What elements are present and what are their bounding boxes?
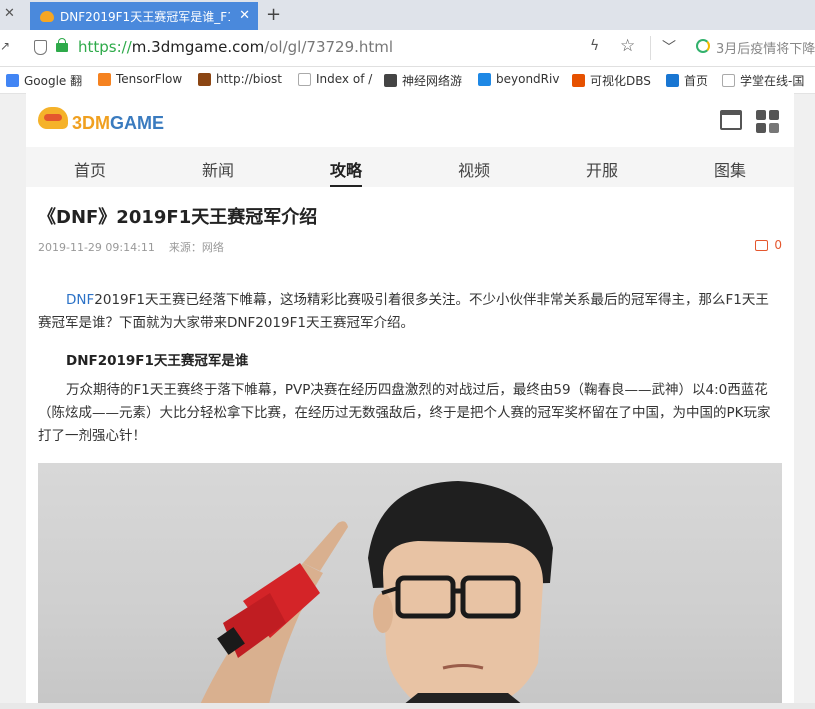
lightning-icon[interactable]: ϟ (590, 38, 599, 54)
tab-bar: ✕ DNF2019F1天王赛冠军是谁_F1 ✕ + (0, 0, 815, 31)
bookmark-item[interactable]: beyondRiv (478, 72, 559, 86)
nav-gallery[interactable]: 图集 (666, 157, 794, 181)
lock-icon (56, 38, 68, 52)
bilibili-icon (666, 74, 679, 87)
google-translate-icon (6, 74, 19, 87)
address-bar: ↗ https://m.3dmgame.com/ol/gl/73729.html… (0, 30, 815, 67)
nav-servers[interactable]: 开服 (538, 157, 666, 181)
nav-video[interactable]: 视频 (410, 157, 538, 181)
apps-grid-icon[interactable] (756, 110, 780, 134)
url-field[interactable]: https://m.3dmgame.com/ol/gl/73729.html (78, 38, 393, 56)
article-source: 来源：网络 (168, 241, 224, 254)
tab-close-icon[interactable]: ✕ (239, 8, 250, 23)
article-paragraph: 万众期待的F1天王赛终于落下帷幕，PVP决赛在经历四盘激烈的对战过后，最终由59… (38, 382, 771, 444)
search-suggestion[interactable]: 3月后疫情将下降 (716, 38, 815, 57)
browser-tab[interactable]: DNF2019F1天王赛冠军是谁_F1 ✕ (30, 2, 258, 30)
champion-photo-illustration (198, 481, 553, 709)
biostar-icon (198, 72, 211, 86)
comment-count-button[interactable]: 0 (755, 238, 782, 252)
comment-count: 0 (774, 238, 782, 252)
bookmark-item[interactable]: http://biost (198, 72, 282, 86)
star-bookmark-icon[interactable]: ☆ (620, 36, 635, 56)
bookmark-item[interactable]: Index of / (298, 72, 372, 86)
bookmark-item[interactable]: 神经网络游 (384, 72, 462, 89)
bookmark-item[interactable]: 首页 (666, 72, 708, 89)
back-arrow-icon[interactable]: ↗ (0, 39, 10, 53)
bookmark-item[interactable]: Google 翻 (6, 72, 82, 89)
article-paragraph: DNF2019F1天王赛已经落下帷幕，这场精彩比赛吸引着很多关注。不少小伙伴非常… (38, 292, 769, 331)
divider (650, 36, 651, 60)
publish-datetime: 2019-11-29 09:14:11 (38, 241, 155, 254)
site-nav: 首页 新闻 攻略 视频 开服 图集 (26, 147, 794, 187)
tensorflow-icon (98, 72, 111, 86)
horizontal-scrollbar[interactable] (0, 703, 815, 709)
bookmark-item[interactable]: 可视化DBS (572, 72, 651, 89)
grid-cell (756, 110, 766, 120)
site-logo[interactable]: 3DMGAME (72, 113, 164, 134)
neural-net-icon (384, 74, 397, 87)
bookmarks-bar: Google 翻 TensorFlow http://biost Index o… (0, 67, 815, 94)
search-engine-icon (696, 39, 710, 53)
page-icon (722, 74, 735, 87)
close-icon[interactable]: ✕ (4, 6, 15, 21)
logo-icon[interactable] (38, 107, 68, 129)
article-title: 《DNF》2019F1天王赛冠军介绍 (38, 207, 318, 228)
grid-cell (769, 110, 779, 120)
bookmark-item[interactable]: 学堂在线-国 (722, 72, 804, 89)
active-tab-indicator (330, 185, 362, 187)
nav-home[interactable]: 首页 (26, 157, 154, 181)
calendar-icon[interactable] (720, 110, 742, 130)
grid-cell (756, 123, 766, 133)
bookmark-item[interactable]: TensorFlow (98, 72, 182, 86)
page-icon (298, 72, 311, 86)
comment-icon (755, 239, 769, 251)
shield-icon[interactable] (34, 40, 47, 55)
dnf-link[interactable]: DNF (66, 292, 94, 308)
chevron-down-icon[interactable]: ﹀ (662, 37, 676, 57)
grid-cell (769, 123, 779, 133)
article-subheading: DNF2019F1天王赛冠军是谁 (66, 353, 249, 369)
site-favicon-icon (40, 10, 54, 22)
web-page: 3DMGAME 首页 新闻 攻略 视频 开服 图集 《DNF》2019F1天王赛… (26, 93, 794, 709)
new-tab-icon[interactable]: + (266, 4, 281, 25)
site-header: 3DMGAME (26, 93, 794, 147)
n-logo-icon (572, 74, 585, 87)
article-photo (38, 463, 782, 709)
nav-news[interactable]: 新闻 (154, 157, 282, 181)
nav-guides[interactable]: 攻略 (282, 157, 410, 181)
tab-title: DNF2019F1天王赛冠军是谁_F1 (60, 9, 230, 24)
article-meta: 2019-11-29 09:14:11 来源：网络 (38, 239, 224, 255)
robot-icon (478, 72, 491, 86)
